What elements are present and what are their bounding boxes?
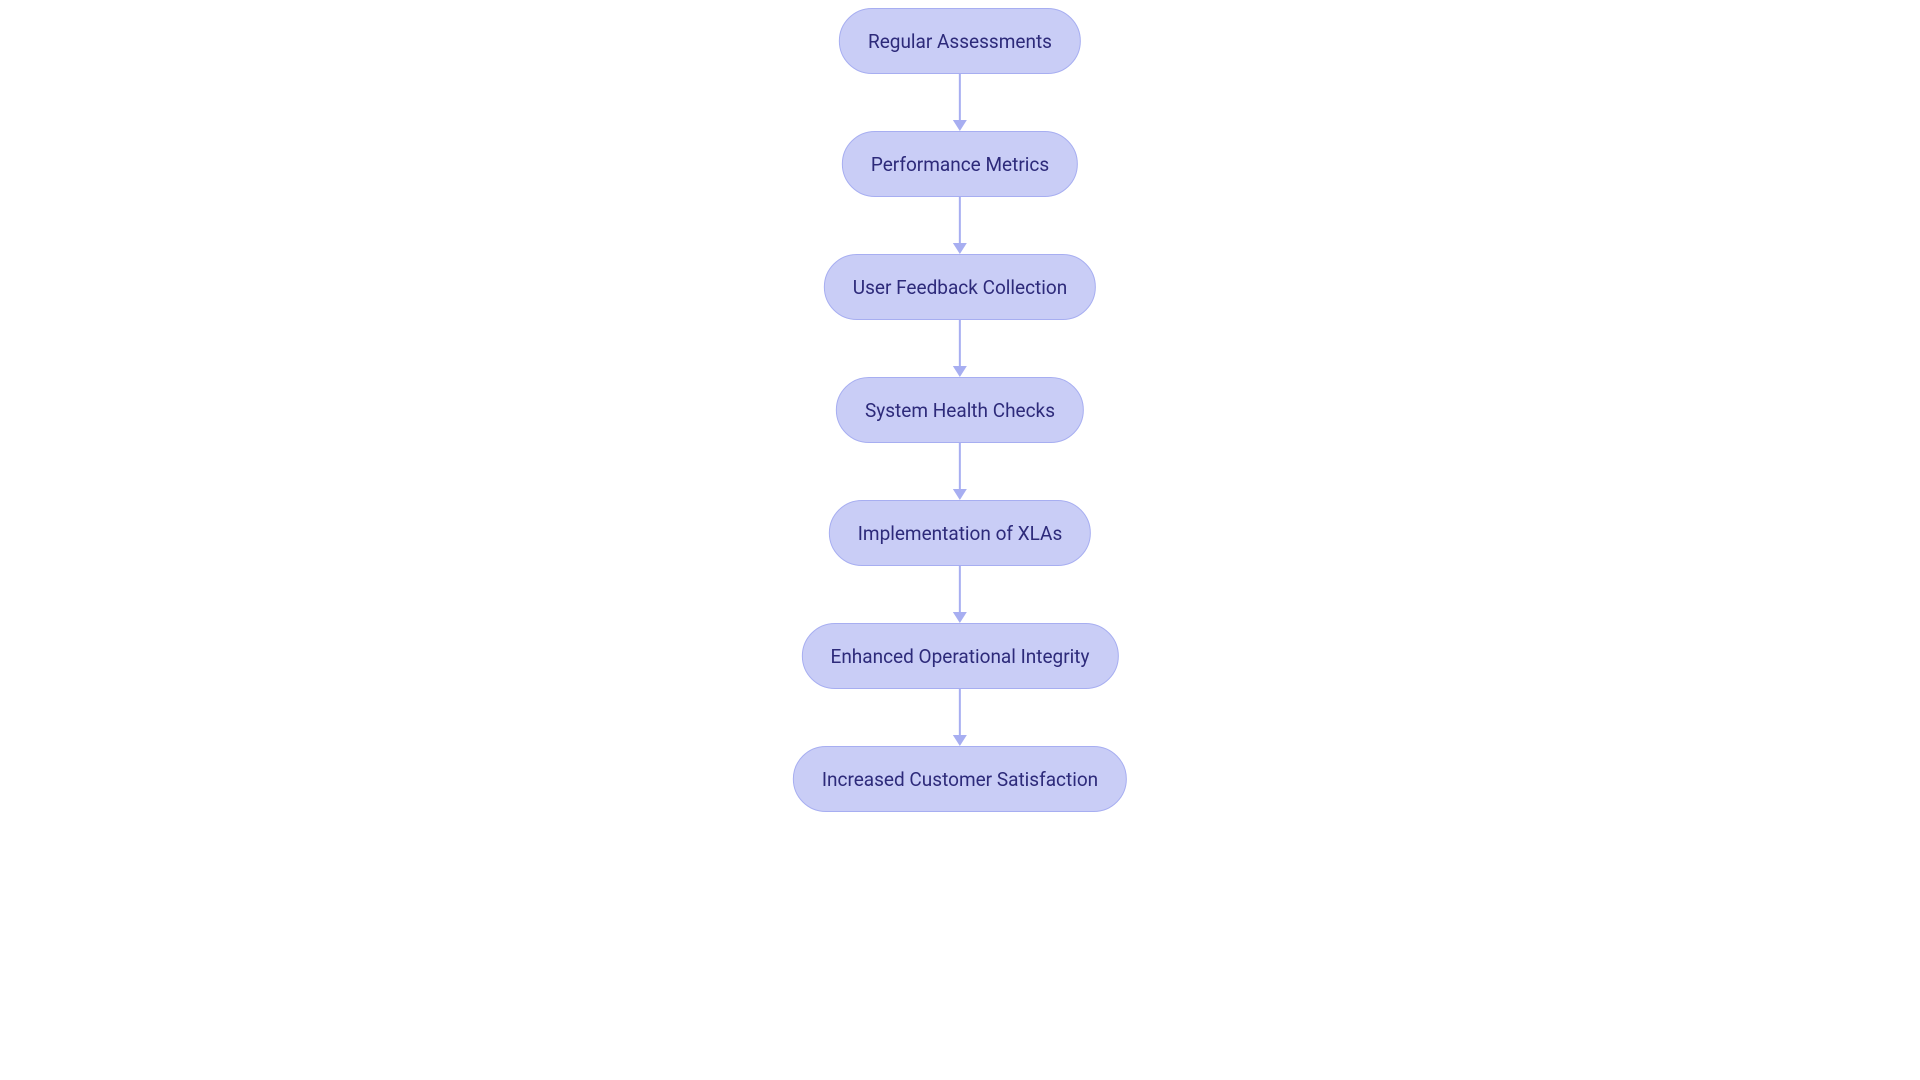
flow-node-regular-assessments: Regular Assessments — [839, 8, 1081, 74]
flow-node-label: Enhanced Operational Integrity — [831, 645, 1090, 668]
flow-node-xlas: Implementation of XLAs — [829, 500, 1092, 566]
flow-node-operational-integrity: Enhanced Operational Integrity — [802, 623, 1119, 689]
flow-node-customer-satisfaction: Increased Customer Satisfaction — [793, 746, 1127, 812]
arrow-head-icon — [953, 366, 967, 377]
flow-arrow — [953, 566, 967, 623]
arrow-line — [959, 566, 961, 612]
flow-arrow — [953, 443, 967, 500]
flow-node-performance-metrics: Performance Metrics — [842, 131, 1078, 197]
flow-node-user-feedback: User Feedback Collection — [824, 254, 1096, 320]
arrow-head-icon — [953, 489, 967, 500]
arrow-head-icon — [953, 735, 967, 746]
flow-node-label: Implementation of XLAs — [858, 522, 1063, 545]
flow-arrow — [953, 320, 967, 377]
arrow-line — [959, 197, 961, 243]
flow-node-label: Performance Metrics — [871, 153, 1049, 176]
arrow-line — [959, 443, 961, 489]
arrow-head-icon — [953, 120, 967, 131]
flow-arrow — [953, 689, 967, 746]
flow-arrow — [953, 74, 967, 131]
flow-node-label: Increased Customer Satisfaction — [822, 768, 1098, 791]
flow-node-label: Regular Assessments — [868, 30, 1052, 53]
flow-node-label: System Health Checks — [865, 399, 1055, 422]
arrow-line — [959, 689, 961, 735]
arrow-head-icon — [953, 243, 967, 254]
flow-arrow — [953, 197, 967, 254]
arrow-head-icon — [953, 612, 967, 623]
flow-node-label: User Feedback Collection — [853, 276, 1067, 299]
flow-node-system-health: System Health Checks — [836, 377, 1084, 443]
flowchart-container: Regular Assessments Performance Metrics … — [793, 8, 1127, 812]
arrow-line — [959, 320, 961, 366]
arrow-line — [959, 74, 961, 120]
